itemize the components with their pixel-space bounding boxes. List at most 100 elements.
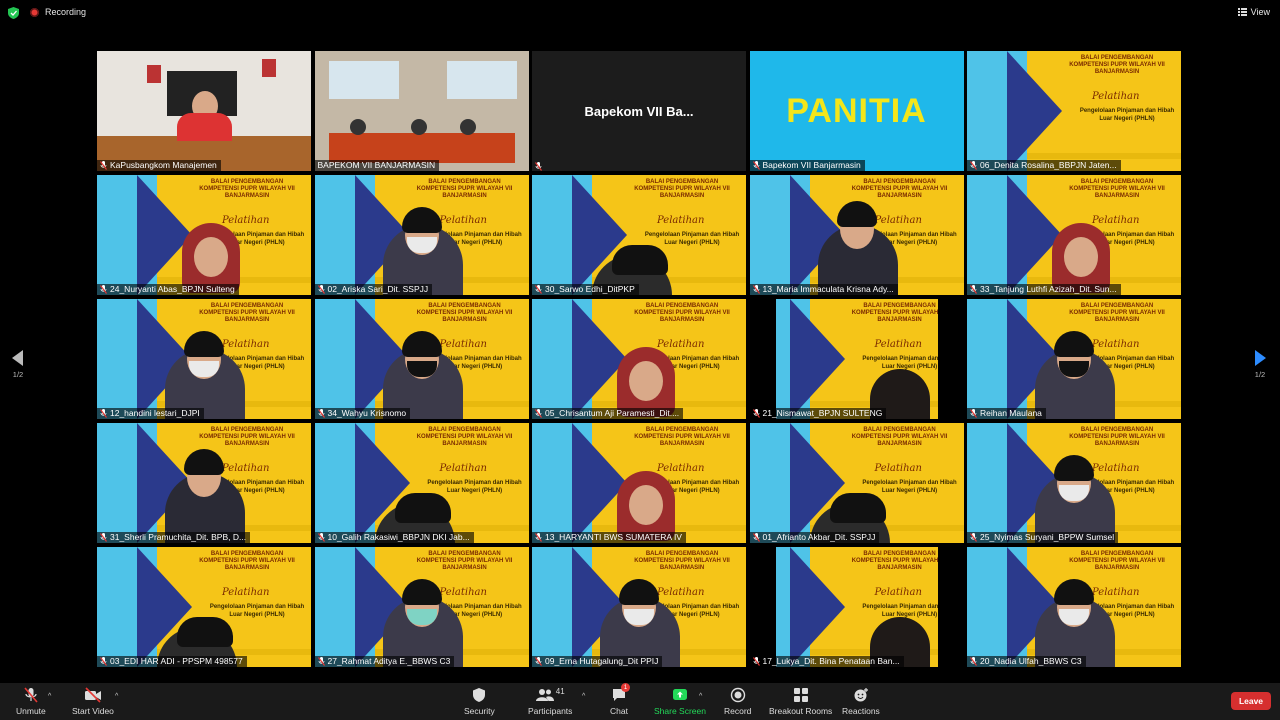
- participant-name: Reihan Maulana: [980, 408, 1042, 418]
- security-button[interactable]: Security: [464, 687, 495, 716]
- reactions-button[interactable]: Reactions: [842, 687, 880, 716]
- participant-name-label: Reihan Maulana: [967, 408, 1046, 419]
- mic-muted-icon: [100, 533, 107, 542]
- audio-options-caret[interactable]: ^: [48, 693, 51, 700]
- mic-muted-icon: [535, 533, 542, 542]
- banner-subtitle: Pengelolaan Pinjaman dan Hibah Luar Nege…: [427, 480, 522, 494]
- mic-muted-icon: [317, 657, 325, 666]
- banner-script-title: Pelatihan: [874, 215, 922, 226]
- video-tile[interactable]: Bapekom VII Ba...: [532, 51, 746, 171]
- video-tile[interactable]: BALAI PENGEMBANGAN KOMPETENSI PUPR WILAY…: [97, 423, 311, 543]
- video-tile[interactable]: BALAI PENGEMBANGAN KOMPETENSI PUPR WILAY…: [97, 175, 311, 295]
- participant-face: [194, 237, 228, 277]
- breakout-rooms-button[interactable]: Breakout Rooms: [769, 687, 832, 716]
- participant-name-label: [532, 162, 549, 171]
- mic-muted-icon: [752, 657, 760, 666]
- training-banner: BALAI PENGEMBANGAN KOMPETENSI PUPR WILAY…: [967, 51, 1181, 171]
- banner-header: BALAI PENGEMBANGAN KOMPETENSI PUPR WILAY…: [416, 427, 513, 447]
- mic-muted-icon: [970, 285, 977, 294]
- participant-name: 24_Nuryanti Abas_BPJN Sulteng: [110, 284, 235, 294]
- participant-name: 03_EDI HAR ADI - PPSPM 498577: [110, 656, 243, 666]
- room-screen-left: [328, 61, 399, 99]
- participant-name-label: 05_Chrisantum Aji Paramesti_Dit....: [532, 408, 684, 419]
- banner-script-title: Pelatihan: [1092, 215, 1140, 226]
- participant-name: 25_Nyimas Suryani_BPPW Sumsel: [980, 532, 1115, 542]
- banner-header: BALAI PENGEMBANGAN KOMPETENSI PUPR WILAY…: [199, 551, 295, 571]
- dark-edge-right: [937, 299, 964, 419]
- video-tile[interactable]: BALAI PENGEMBANGAN KOMPETENSI PUPR WILAY…: [967, 175, 1181, 295]
- video-tile[interactable]: BALAI PENGEMBANGAN KOMPETENSI PUPR WILAY…: [967, 547, 1181, 667]
- video-tile[interactable]: BALAI PENGEMBANGAN KOMPETENSI PUPR WILAY…: [314, 547, 529, 667]
- banner-header: BALAI PENGEMBANGAN KOMPETENSI PUPR WILAY…: [634, 427, 730, 447]
- unmute-button[interactable]: Unmute: [16, 687, 46, 716]
- mic-muted-icon: [752, 533, 760, 542]
- banner-header: BALAI PENGEMBANGAN KOMPETENSI PUPR WILAY…: [1069, 179, 1165, 199]
- video-tile[interactable]: BALAI PENGEMBANGAN KOMPETENSI PUPR WILAY…: [532, 547, 746, 667]
- participants-options-caret[interactable]: ^: [582, 693, 585, 700]
- participant-name-label: 17_Lukya_Dit. Bina Penataan Ban...: [749, 656, 904, 667]
- video-tile[interactable]: BALAI PENGEMBANGAN KOMPETENSI PUPR WILAY…: [314, 299, 529, 419]
- mic-muted-icon: [100, 285, 107, 294]
- participant-name-label: 30_Sarwo Edhi_DitPKP: [532, 284, 639, 295]
- office-portrait-left: [147, 65, 161, 83]
- share-options-caret[interactable]: ^: [699, 693, 702, 700]
- video-tile[interactable]: BALAI PENGEMBANGAN KOMPETENSI PUPR WILAY…: [314, 175, 529, 295]
- view-button[interactable]: View: [1237, 7, 1270, 17]
- grid-view-icon: [1237, 8, 1247, 16]
- arrow-right-icon[interactable]: [1254, 350, 1266, 366]
- video-tile[interactable]: BALAI PENGEMBANGAN KOMPETENSI PUPR WILAY…: [967, 51, 1181, 171]
- participant-name-label: Bapekom VII Banjarmasin: [749, 160, 865, 171]
- prev-page-nav[interactable]: 1/2: [12, 350, 24, 379]
- video-tile[interactable]: BALAI PENGEMBANGAN KOMPETENSI PUPR WILAY…: [749, 547, 964, 667]
- participant-name-label: 12_handini lestari_DJPI: [97, 408, 204, 419]
- video-tile[interactable]: BALAI PENGEMBANGAN KOMPETENSI PUPR WILAY…: [967, 299, 1181, 419]
- mic-muted-icon: [100, 409, 107, 418]
- dark-edge-right: [937, 547, 964, 667]
- video-tile[interactable]: BALAI PENGEMBANGAN KOMPETENSI PUPR WILAY…: [532, 175, 746, 295]
- leave-button[interactable]: Leave: [1231, 692, 1271, 710]
- video-tile[interactable]: BALAI PENGEMBANGAN KOMPETENSI PUPR WILAY…: [532, 299, 746, 419]
- participants-button[interactable]: 41 Participants: [528, 687, 572, 716]
- chat-button[interactable]: 1 Chat: [610, 683, 630, 716]
- banner-header: BALAI PENGEMBANGAN KOMPETENSI PUPR WILAY…: [199, 179, 295, 199]
- video-tile[interactable]: BALAI PENGEMBANGAN KOMPETENSI PUPR WILAY…: [97, 547, 311, 667]
- participant-name-label: 13_Maria Immaculata Krisna Ady...: [749, 284, 898, 295]
- video-tile[interactable]: BALAI PENGEMBANGAN KOMPETENSI PUPR WILAY…: [749, 175, 964, 295]
- next-page-indicator: 1/2: [1254, 370, 1266, 379]
- record-button[interactable]: Record: [724, 687, 751, 716]
- banner-script-title: Pelatihan: [657, 463, 705, 474]
- banner-header: BALAI PENGEMBANGAN KOMPETENSI PUPR WILAY…: [1069, 303, 1165, 323]
- face-mask: [406, 609, 437, 625]
- arrow-left-icon[interactable]: [12, 350, 24, 366]
- banner-script-title: Pelatihan: [222, 587, 270, 598]
- video-options-caret[interactable]: ^: [115, 693, 118, 700]
- shield-icon[interactable]: [8, 7, 19, 19]
- banner-header: BALAI PENGEMBANGAN KOMPETENSI PUPR WILAY…: [851, 179, 948, 199]
- start-video-button[interactable]: Start Video: [72, 687, 114, 716]
- recording-indicator[interactable]: Recording: [30, 7, 86, 17]
- banner-script-title: Pelatihan: [1092, 91, 1140, 102]
- participant-name-label: BAPEKOM VII BANJARMASIN: [314, 160, 440, 171]
- banner-script-title: Pelatihan: [439, 463, 487, 474]
- banner-header: BALAI PENGEMBANGAN KOMPETENSI PUPR WILAY…: [634, 303, 730, 323]
- video-tile[interactable]: PANITIA Bapekom VII Banjarmasin: [749, 51, 964, 171]
- participant-name: 01_Afrianto Akbar_Dit. SSPJJ: [762, 532, 876, 542]
- participant-face: [1064, 237, 1098, 277]
- participant-name-label: 20_Nadia Ulfah_BBWS C3: [967, 656, 1086, 667]
- participant-figure: [177, 113, 232, 141]
- participant-name-label: 27_Rahmat Aditya E._BBWS C3: [314, 656, 455, 667]
- video-tile[interactable]: BAPEKOM VII BANJARMASIN: [314, 51, 529, 171]
- video-tile[interactable]: BALAI PENGEMBANGAN KOMPETENSI PUPR WILAY…: [749, 423, 964, 543]
- video-tile[interactable]: KaPusbangkom Manajemen: [97, 51, 311, 171]
- banner-script-title: Pelatihan: [439, 339, 487, 350]
- video-tile[interactable]: BALAI PENGEMBANGAN KOMPETENSI PUPR WILAY…: [97, 299, 311, 419]
- video-tile[interactable]: BALAI PENGEMBANGAN KOMPETENSI PUPR WILAY…: [967, 423, 1181, 543]
- share-screen-button[interactable]: Share Screen: [654, 687, 706, 716]
- video-tile[interactable]: BALAI PENGEMBANGAN KOMPETENSI PUPR WILAY…: [532, 423, 746, 543]
- video-tile[interactable]: BALAI PENGEMBANGAN KOMPETENSI PUPR WILAY…: [314, 423, 529, 543]
- next-page-nav[interactable]: 1/2: [1254, 350, 1266, 379]
- video-tile[interactable]: BALAI PENGEMBANGAN KOMPETENSI PUPR WILAY…: [749, 299, 964, 419]
- participants-icon: [535, 689, 554, 701]
- participant-hair: [829, 493, 886, 523]
- participant-name: 13_HARYANTI BWS SUMATERA IV: [545, 532, 682, 542]
